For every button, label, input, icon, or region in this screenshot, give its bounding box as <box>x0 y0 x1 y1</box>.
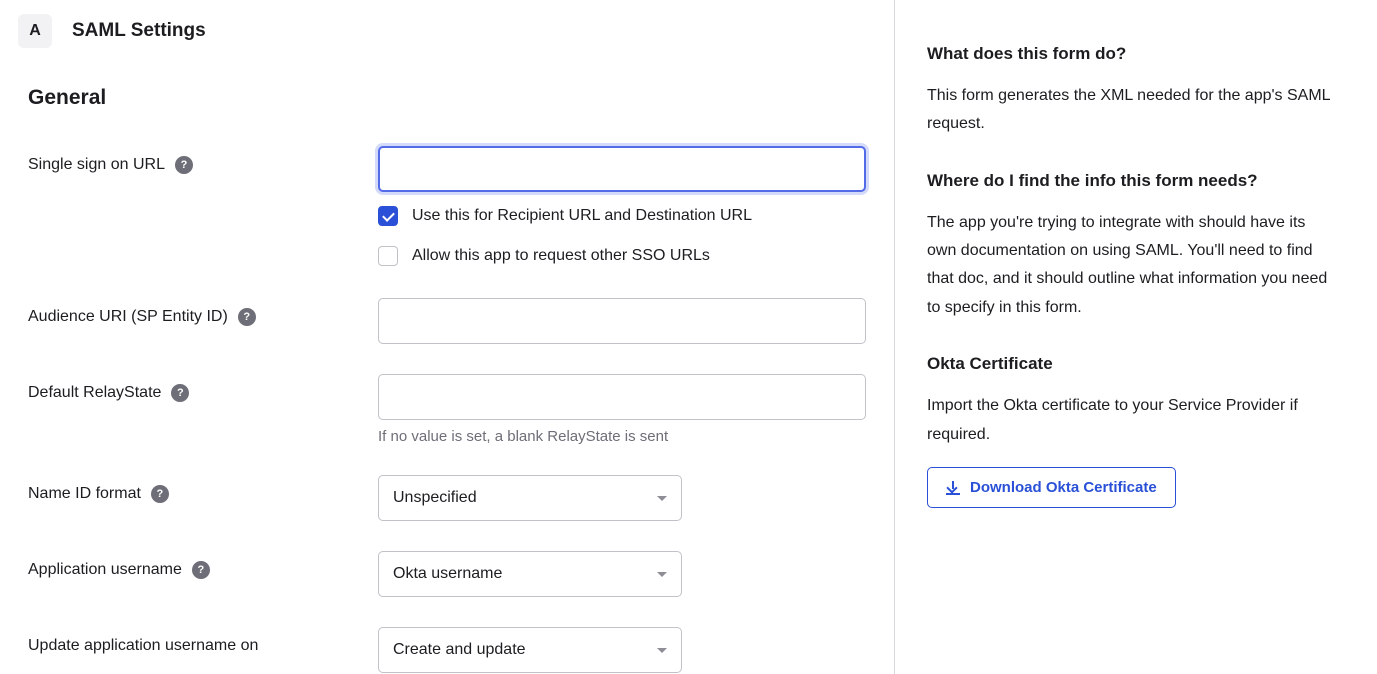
application-username-select[interactable]: Okta username <box>378 551 682 597</box>
help-icon[interactable]: ? <box>171 384 189 402</box>
audience-uri-input[interactable] <box>378 298 866 344</box>
what-heading: What does this form do? <box>927 42 1337 66</box>
section-title-general: General <box>28 86 866 110</box>
name-id-format-selected: Unspecified <box>393 489 477 507</box>
name-id-format-select[interactable]: Unspecified <box>378 475 682 521</box>
allow-other-sso-checkbox[interactable] <box>378 246 398 266</box>
main-panel: A SAML Settings General Single sign on U… <box>0 0 895 674</box>
allow-other-sso-label: Allow this app to request other SSO URLs <box>412 247 710 265</box>
sso-url-input[interactable] <box>378 146 866 192</box>
download-icon <box>946 481 960 495</box>
default-relaystate-label: Default RelayState <box>28 384 161 402</box>
what-text: This form generates the XML needed for t… <box>927 82 1337 139</box>
chevron-down-icon <box>657 572 667 577</box>
sso-url-label: Single sign on URL <box>28 156 165 174</box>
use-recipient-destination-label: Use this for Recipient URL and Destinati… <box>412 207 752 225</box>
relaystate-hint: If no value is set, a blank RelayState i… <box>378 428 866 445</box>
application-username-selected: Okta username <box>393 565 502 583</box>
audience-uri-label: Audience URI (SP Entity ID) <box>28 308 228 326</box>
where-text: The app you're trying to integrate with … <box>927 209 1337 323</box>
update-username-on-label: Update application username on <box>28 637 258 655</box>
help-sidebar: What does this form do? This form genera… <box>895 0 1377 674</box>
chevron-down-icon <box>657 496 667 501</box>
help-icon[interactable]: ? <box>192 561 210 579</box>
default-relaystate-input[interactable] <box>378 374 866 420</box>
application-username-label: Application username <box>28 561 182 579</box>
download-button-label: Download Okta Certificate <box>970 479 1157 496</box>
help-icon[interactable]: ? <box>175 156 193 174</box>
cert-text: Import the Okta certificate to your Serv… <box>927 392 1337 449</box>
step-badge: A <box>18 14 52 48</box>
help-icon[interactable]: ? <box>238 308 256 326</box>
where-heading: Where do I find the info this form needs… <box>927 169 1337 193</box>
name-id-format-label: Name ID format <box>28 485 141 503</box>
update-username-on-selected: Create and update <box>393 641 526 659</box>
page-header: A SAML Settings <box>18 14 866 48</box>
download-okta-certificate-button[interactable]: Download Okta Certificate <box>927 467 1176 508</box>
page-title: SAML Settings <box>72 20 206 42</box>
help-icon[interactable]: ? <box>151 485 169 503</box>
chevron-down-icon <box>657 648 667 653</box>
update-username-on-select[interactable]: Create and update <box>378 627 682 673</box>
cert-heading: Okta Certificate <box>927 352 1337 376</box>
use-recipient-destination-checkbox[interactable] <box>378 206 398 226</box>
